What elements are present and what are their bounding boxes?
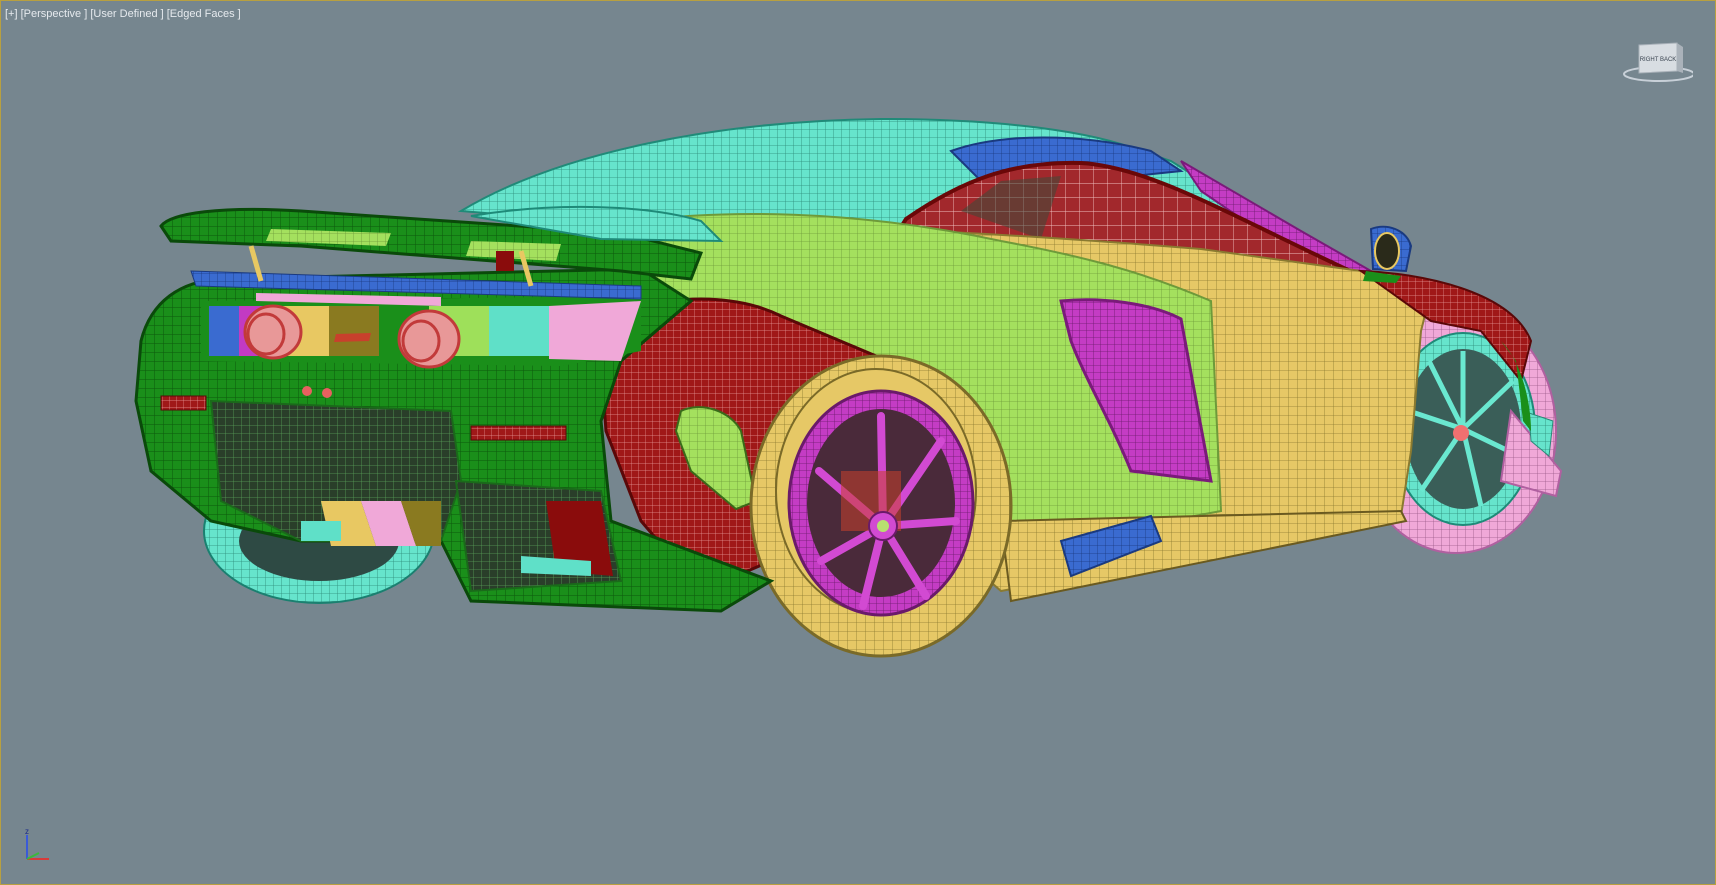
viewport-menu-label[interactable]: [+]	[5, 8, 18, 20]
exhaust-left[interactable]	[243, 304, 303, 360]
point-of-view-label[interactable]: [Perspective ]	[21, 8, 88, 20]
rear-reflector-left	[160, 395, 207, 411]
rear-badge	[334, 333, 371, 342]
world-axis-tripod: z	[25, 827, 49, 860]
viewcube-face-label[interactable]: RIGHT BACK	[1640, 57, 1677, 63]
shading-style-label[interactable]: [User Defined ]	[90, 8, 163, 20]
viewport[interactable]: [+] [Perspective ] [User Defined ] [Edge…	[0, 0, 1716, 885]
viewport-label-bar: [+] [Perspective ] [User Defined ] [Edge…	[5, 8, 241, 20]
car-wireframe-model[interactable]	[1, 1, 1715, 884]
rear-reflector-right	[470, 425, 567, 441]
axis-z-label: z	[25, 827, 29, 836]
exhaust-right[interactable]	[397, 309, 461, 369]
viewcube[interactable]: RIGHT BACK	[1621, 39, 1693, 85]
display-mode-label[interactable]: [Edged Faces ]	[167, 8, 241, 20]
side-skirt[interactable]	[999, 509, 1408, 603]
rear-right-wheel[interactable]	[749, 354, 1013, 658]
